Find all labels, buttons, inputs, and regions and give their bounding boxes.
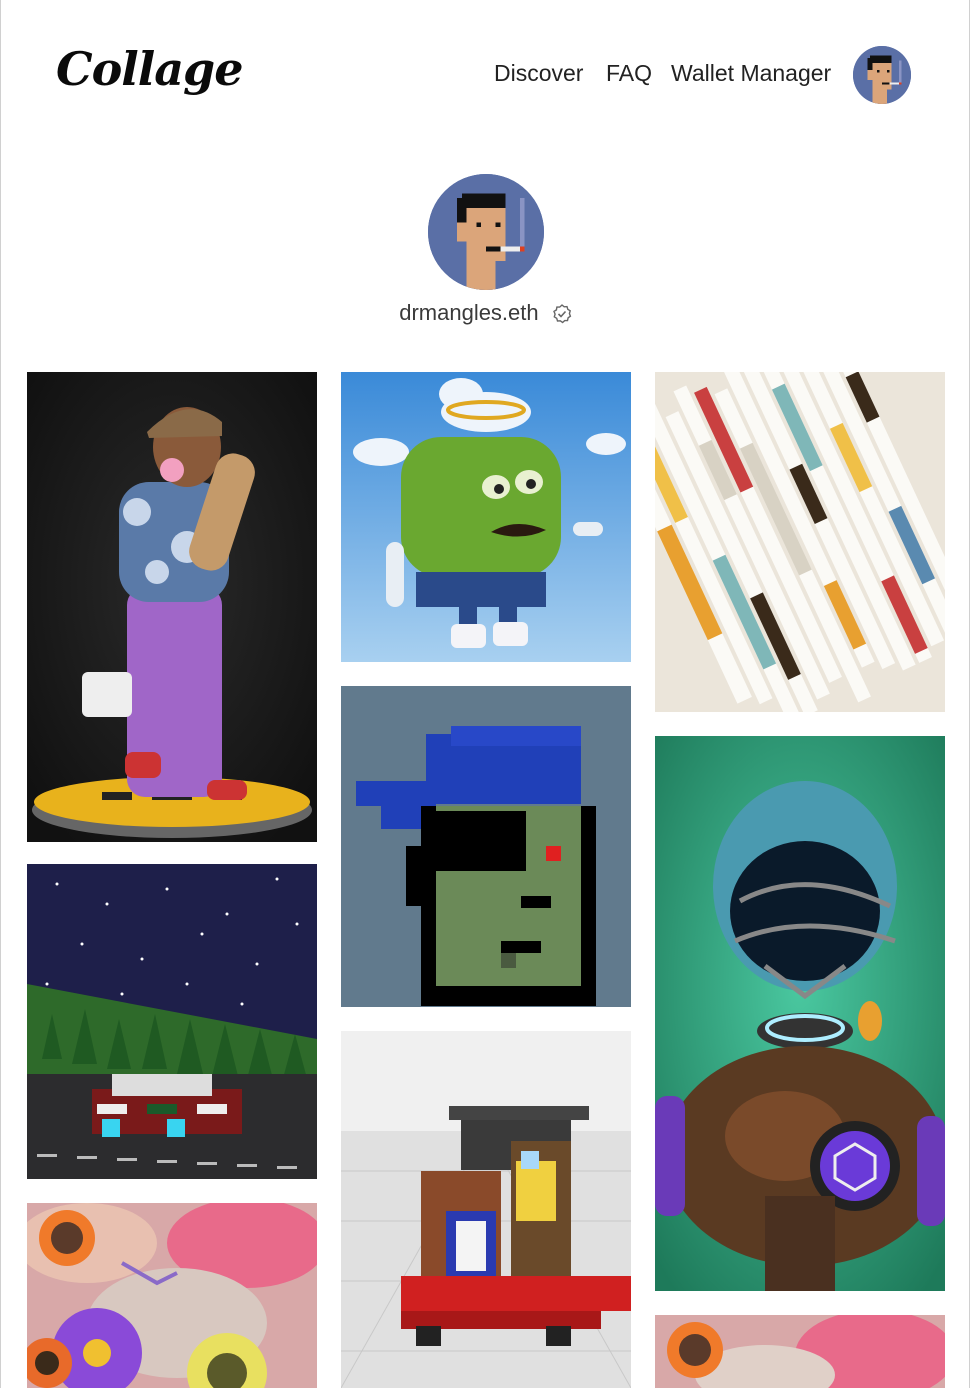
abstract-stripes-image	[655, 372, 945, 712]
user-avatar[interactable]	[853, 46, 911, 104]
punk-avatar-icon	[853, 46, 911, 104]
username: drmangles.eth	[399, 300, 539, 325]
pixel-zombie-image	[341, 686, 631, 1007]
profile-avatar	[428, 174, 544, 290]
flowers-image	[27, 1203, 317, 1388]
skater-character-image	[27, 372, 317, 842]
green-character-image	[341, 372, 631, 662]
gallery-item-green-character[interactable]	[341, 372, 631, 662]
gallery-item-pixel-zombie[interactable]	[341, 686, 631, 1007]
logo[interactable]: Collage	[56, 42, 243, 96]
flowers-image-2	[655, 1315, 945, 1388]
gallery-item-voxel-character[interactable]	[341, 1031, 631, 1388]
verified-icon	[552, 304, 572, 324]
gallery-item-abstract-stripes[interactable]	[655, 372, 945, 712]
punk-avatar-icon	[428, 174, 544, 290]
gallery-item-voxel-car[interactable]	[27, 864, 317, 1179]
nav-faq[interactable]: FAQ	[606, 60, 652, 87]
gallery-item-skater[interactable]	[27, 372, 317, 842]
gallery-item-robot-helmet[interactable]	[655, 736, 945, 1291]
voxel-character-image	[341, 1031, 631, 1388]
nav-discover[interactable]: Discover	[494, 60, 583, 87]
header: Collage Discover FAQ Wallet Manager	[0, 0, 972, 150]
robot-helmet-image	[655, 736, 945, 1291]
gallery-item-flowers-2[interactable]	[655, 1315, 945, 1388]
nav-wallet-manager[interactable]: Wallet Manager	[671, 60, 831, 87]
gallery-item-flowers[interactable]	[27, 1203, 317, 1388]
voxel-car-image	[27, 864, 317, 1179]
profile-name-row: drmangles.eth	[0, 300, 972, 326]
